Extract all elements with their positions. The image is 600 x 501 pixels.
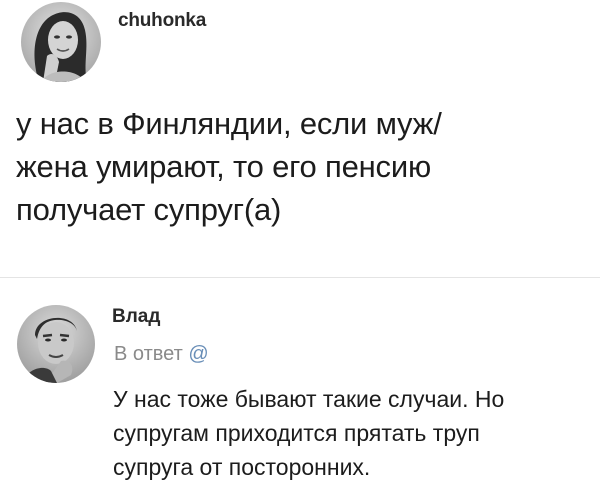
reply-to-label: В ответ: [114, 343, 183, 365]
reply-text: У нас тоже бывают такие случаи. Но супру…: [113, 386, 505, 480]
user-avatar-woman-icon[interactable]: [21, 2, 101, 82]
mention-link[interactable]: @: [188, 343, 208, 365]
divider: [0, 277, 600, 278]
post: chuhonka у нас в Финляндии, если муж/ же…: [0, 0, 600, 275]
reply-to-line: В ответ @: [114, 343, 209, 366]
user-avatar-man-icon[interactable]: [17, 305, 95, 383]
reply-username[interactable]: Влад: [112, 306, 160, 328]
post-username[interactable]: chuhonka: [118, 10, 206, 32]
post-text: у нас в Финляндии, если муж/ жена умираю…: [16, 106, 442, 227]
